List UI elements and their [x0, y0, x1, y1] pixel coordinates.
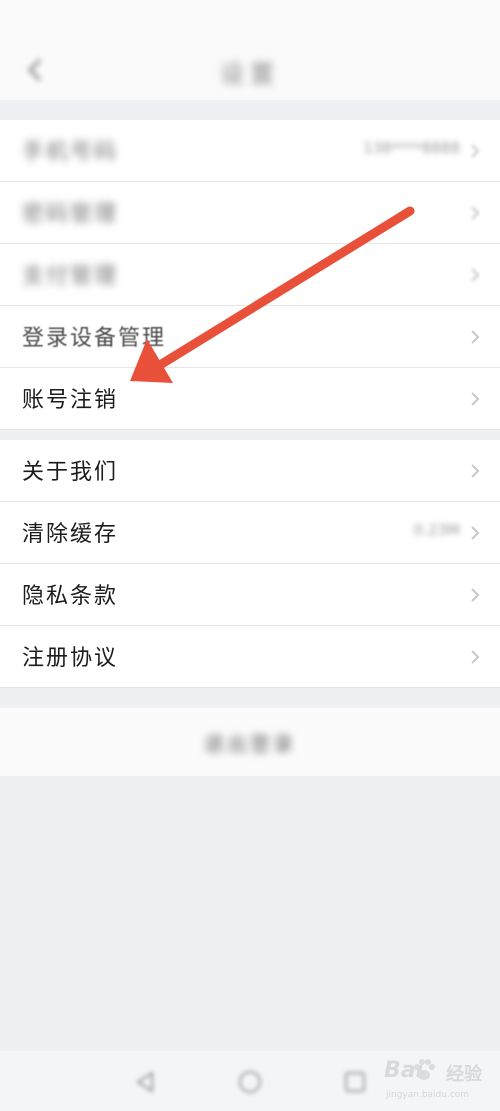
page-title: 设置: [220, 60, 280, 88]
settings-row-registration-agreement[interactable]: 注册协议: [0, 626, 500, 688]
chevron-right-icon: [471, 268, 480, 282]
row-label: 隐私条款: [22, 584, 119, 609]
chevron-right-icon: [471, 464, 480, 478]
cache-size-value: 0.23M: [413, 521, 460, 539]
chevron-right-icon: [471, 330, 480, 344]
settings-row-login-devices[interactable]: 登录设备管理: [0, 306, 500, 368]
settings-row-about-us[interactable]: 关于我们: [0, 440, 500, 502]
chevron-right-icon: [471, 588, 480, 602]
chevron-right-icon: [471, 392, 480, 406]
back-triangle-icon[interactable]: [132, 1069, 158, 1095]
settings-row-clear-cache[interactable]: 清除缓存 0.23M: [0, 502, 500, 564]
chevron-right-icon: [471, 144, 480, 158]
chevron-right-icon: [471, 526, 480, 540]
row-value: 138****8888: [363, 139, 460, 157]
home-circle-icon[interactable]: [237, 1069, 263, 1095]
settings-row-phone[interactable]: 手机号码 138****8888: [0, 120, 500, 182]
logout-label: 退出登录: [204, 732, 296, 756]
row-label: 清除缓存: [22, 522, 119, 547]
recent-square-icon[interactable]: [342, 1069, 368, 1095]
settings-row-password[interactable]: 密码管理: [0, 182, 500, 244]
settings-row-privacy-policy[interactable]: 隐私条款: [0, 564, 500, 626]
status-bar: [0, 0, 500, 40]
settings-row-payment[interactable]: 支付管理: [0, 244, 500, 306]
row-label: 密码管理: [22, 202, 119, 227]
settings-row-account-cancellation[interactable]: 账号注销: [0, 368, 500, 430]
account-settings-list: 手机号码 138****8888 密码管理 支付管理 登录设备管理 账号注销: [0, 120, 500, 430]
chevron-right-icon: [471, 206, 480, 220]
row-label: 登录设备管理: [22, 326, 167, 351]
chevron-right-icon: [471, 650, 480, 664]
row-label: 手机号码: [22, 140, 119, 165]
watermark-text: 经验: [446, 1064, 482, 1085]
row-label: 支付管理: [22, 264, 119, 289]
row-label: 关于我们: [22, 460, 119, 485]
info-settings-list: 关于我们 清除缓存 0.23M 隐私条款 注册协议: [0, 440, 500, 688]
baidu-jingyan-watermark: Bai 经验 jingyan.baidu.com: [384, 1056, 500, 1108]
header-bar: 设置: [0, 40, 500, 100]
logout-button[interactable]: 退出登录: [0, 708, 500, 776]
row-label: 账号注销: [22, 388, 119, 413]
watermark-url: jingyan.baidu.com: [386, 1090, 470, 1100]
paw-icon: [414, 1059, 435, 1080]
row-label: 注册协议: [22, 646, 119, 671]
